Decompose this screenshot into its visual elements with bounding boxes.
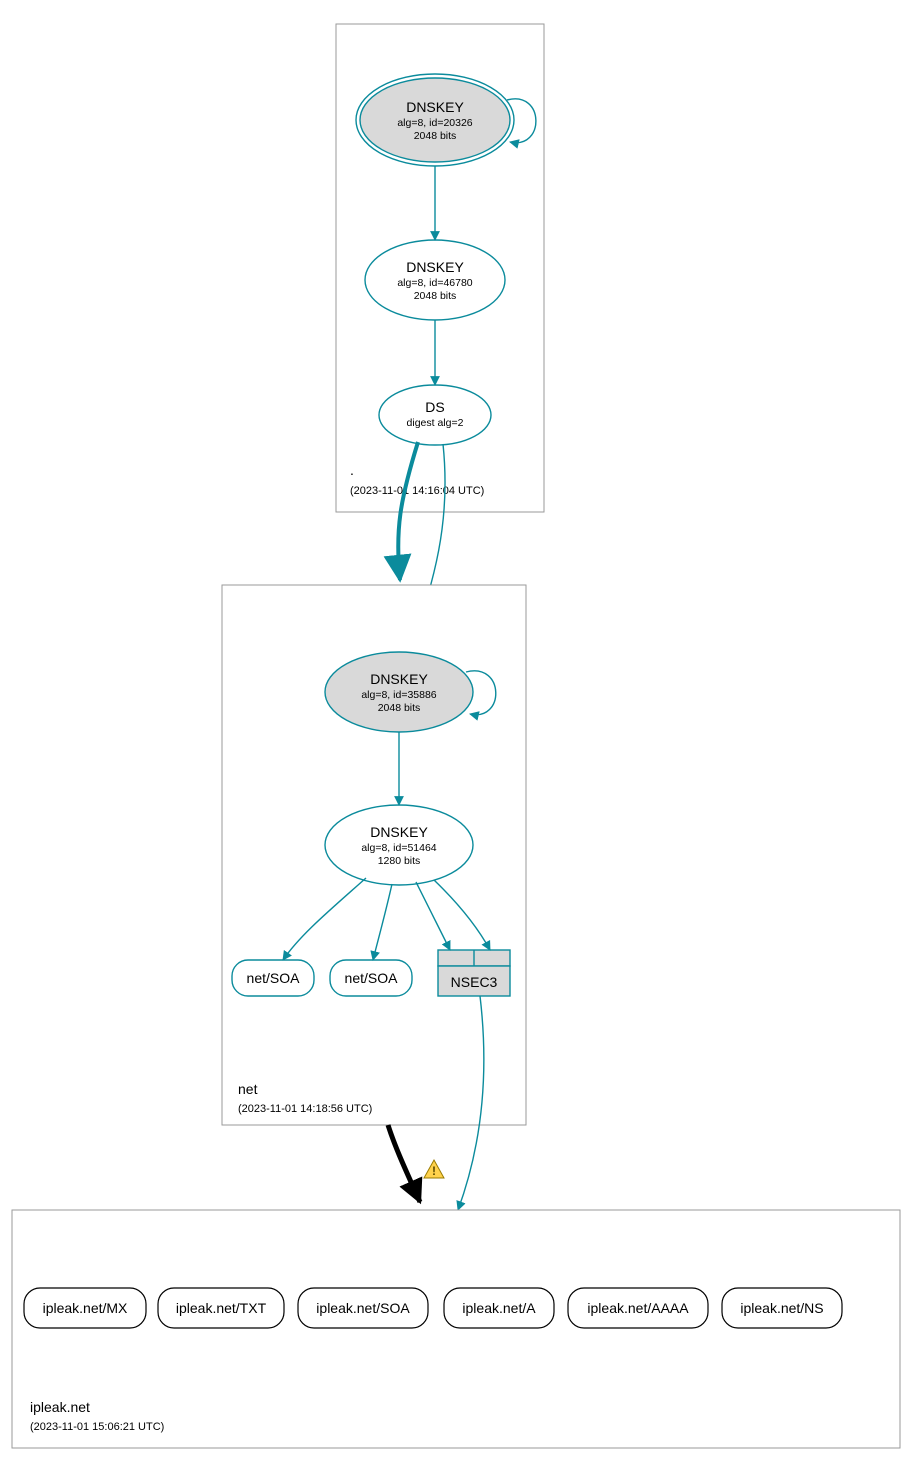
ipleak-record-a: ipleak.net/A bbox=[444, 1288, 554, 1328]
rr-label: ipleak.net/AAAA bbox=[587, 1300, 689, 1316]
node-sub: alg=8, id=51464 bbox=[361, 842, 436, 854]
net-dnskey-ksk: DNSKEY alg=8, id=35886 2048 bits bbox=[325, 652, 473, 732]
node-title: DNSKEY bbox=[370, 824, 428, 840]
ipleak-record-mx: ipleak.net/MX bbox=[24, 1288, 146, 1328]
node-sub: alg=8, id=35886 bbox=[361, 689, 436, 701]
dnssec-diagram: . (2023-11-01 14:16:04 UTC) DNSKEY alg=8… bbox=[0, 0, 912, 1473]
rr-label: ipleak.net/A bbox=[462, 1300, 536, 1316]
rr-label: net/SOA bbox=[247, 970, 301, 986]
node-title: DNSKEY bbox=[406, 259, 464, 275]
node-sub: alg=8, id=20326 bbox=[397, 117, 472, 129]
rr-label: net/SOA bbox=[345, 970, 399, 986]
rr-label: NSEC3 bbox=[451, 974, 498, 990]
net-nsec3: NSEC3 bbox=[438, 950, 510, 996]
node-sub: 2048 bits bbox=[414, 130, 457, 142]
node-sub: 2048 bits bbox=[378, 702, 421, 714]
ipleak-record-txt: ipleak.net/TXT bbox=[158, 1288, 284, 1328]
zone-net: net (2023-11-01 14:18:56 UTC) DNSKEY alg… bbox=[222, 585, 526, 1125]
edge-net-to-ipleak-thick bbox=[388, 1125, 420, 1202]
zone-ipleak: ipleak.net (2023-11-01 15:06:21 UTC) ipl… bbox=[12, 1210, 900, 1448]
node-sub: digest alg=2 bbox=[407, 417, 464, 429]
node-title: DNSKEY bbox=[406, 99, 464, 115]
root-ds: DS digest alg=2 bbox=[379, 385, 491, 445]
warning-icon: ! bbox=[424, 1160, 444, 1178]
zone-root: . (2023-11-01 14:16:04 UTC) DNSKEY alg=8… bbox=[336, 24, 544, 512]
zone-root-label: . bbox=[350, 462, 354, 478]
zone-ipleak-label: ipleak.net bbox=[30, 1399, 90, 1415]
node-title: DNSKEY bbox=[370, 671, 428, 687]
node-title: DS bbox=[425, 399, 444, 415]
warning-glyph: ! bbox=[432, 1164, 436, 1178]
ipleak-record-ns: ipleak.net/NS bbox=[722, 1288, 842, 1328]
net-soa-2: net/SOA bbox=[330, 960, 412, 996]
zone-root-timestamp: (2023-11-01 14:16:04 UTC) bbox=[350, 485, 484, 497]
net-soa-1: net/SOA bbox=[232, 960, 314, 996]
rr-label: ipleak.net/SOA bbox=[316, 1300, 410, 1316]
zone-ipleak-timestamp: (2023-11-01 15:06:21 UTC) bbox=[30, 1421, 164, 1433]
ipleak-record-soa: ipleak.net/SOA bbox=[298, 1288, 428, 1328]
node-sub: 1280 bits bbox=[378, 855, 421, 867]
ipleak-record-aaaa: ipleak.net/AAAA bbox=[568, 1288, 708, 1328]
net-dnskey-zsk: DNSKEY alg=8, id=51464 1280 bits bbox=[325, 805, 473, 885]
root-dnskey-zsk: DNSKEY alg=8, id=46780 2048 bits bbox=[365, 240, 505, 320]
node-sub: alg=8, id=46780 bbox=[397, 277, 472, 289]
root-dnskey-ksk: DNSKEY alg=8, id=20326 2048 bits bbox=[356, 74, 514, 166]
zone-net-label: net bbox=[238, 1081, 258, 1097]
zone-net-timestamp: (2023-11-01 14:18:56 UTC) bbox=[238, 1103, 372, 1115]
rr-label: ipleak.net/TXT bbox=[176, 1300, 267, 1316]
rr-label: ipleak.net/NS bbox=[740, 1300, 823, 1316]
rr-label: ipleak.net/MX bbox=[43, 1300, 128, 1316]
node-sub: 2048 bits bbox=[414, 290, 457, 302]
